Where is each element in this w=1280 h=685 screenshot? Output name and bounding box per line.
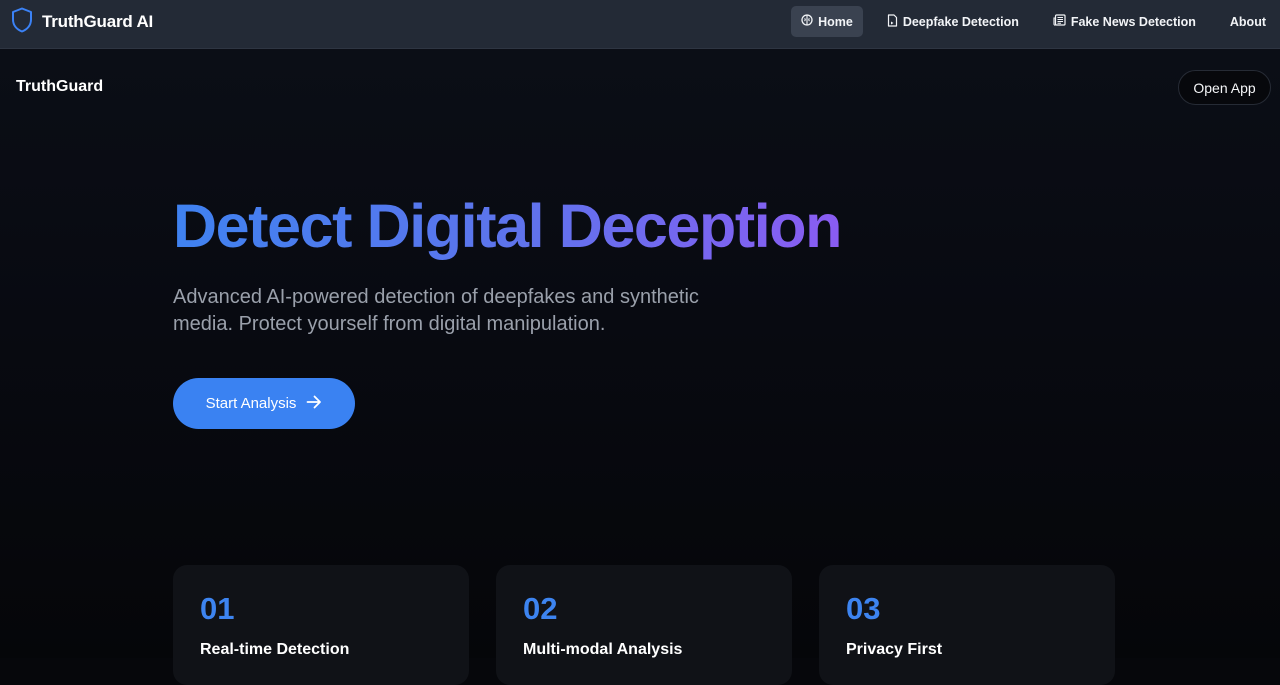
feature-title: Multi-modal Analysis (523, 641, 683, 658)
arrow-right-icon (306, 395, 322, 413)
start-analysis-button[interactable]: Start Analysis (173, 378, 355, 429)
hero-title: Detect Digital Deception (173, 192, 842, 260)
feature-title: Privacy First (846, 641, 943, 658)
nav-about-label: About (1229, 14, 1266, 29)
feature-number: 01 (200, 591, 235, 626)
feature-number: 02 (523, 591, 558, 626)
nav-home[interactable]: Home (791, 6, 863, 37)
nav-home-label: Home (818, 14, 853, 29)
nav-fake-news-detection[interactable]: Fake News Detection (1043, 6, 1206, 37)
feature-title: Real-time Detection (200, 641, 350, 658)
feature-card: 03 Privacy First (819, 565, 1115, 685)
feature-card: 01 Real-time Detection (173, 565, 469, 685)
nav-about[interactable]: About (1220, 6, 1276, 37)
shield-icon (11, 7, 33, 38)
open-app-button[interactable]: Open App (1178, 70, 1271, 105)
start-analysis-label: Start Analysis (205, 395, 297, 412)
nav-deepfake-detection-label: Deepfake Detection (902, 14, 1019, 29)
app-brand-name: TruthGuard AI (42, 12, 154, 31)
main-nav: Home Deepfake Detection Fake News Detect… (791, 6, 1280, 37)
page-header: TruthGuard Open App (0, 49, 1280, 125)
top-navbar: TruthGuard AI Home Deepfake Detection Fa… (0, 0, 1280, 49)
app-brand[interactable]: TruthGuard AI (11, 7, 154, 38)
nav-fake-news-detection-label: Fake News Detection (1070, 14, 1196, 29)
brain-icon (801, 14, 813, 29)
nav-deepfake-detection[interactable]: Deepfake Detection (877, 6, 1029, 37)
newspaper-icon (1053, 14, 1066, 29)
file-icon (887, 13, 898, 30)
feature-card: 02 Multi-modal Analysis (496, 565, 792, 685)
feature-number: 03 (846, 591, 881, 626)
header-brand[interactable]: TruthGuard (16, 78, 103, 96)
hero-subtitle: Advanced AI-powered detection of deepfak… (173, 286, 699, 335)
